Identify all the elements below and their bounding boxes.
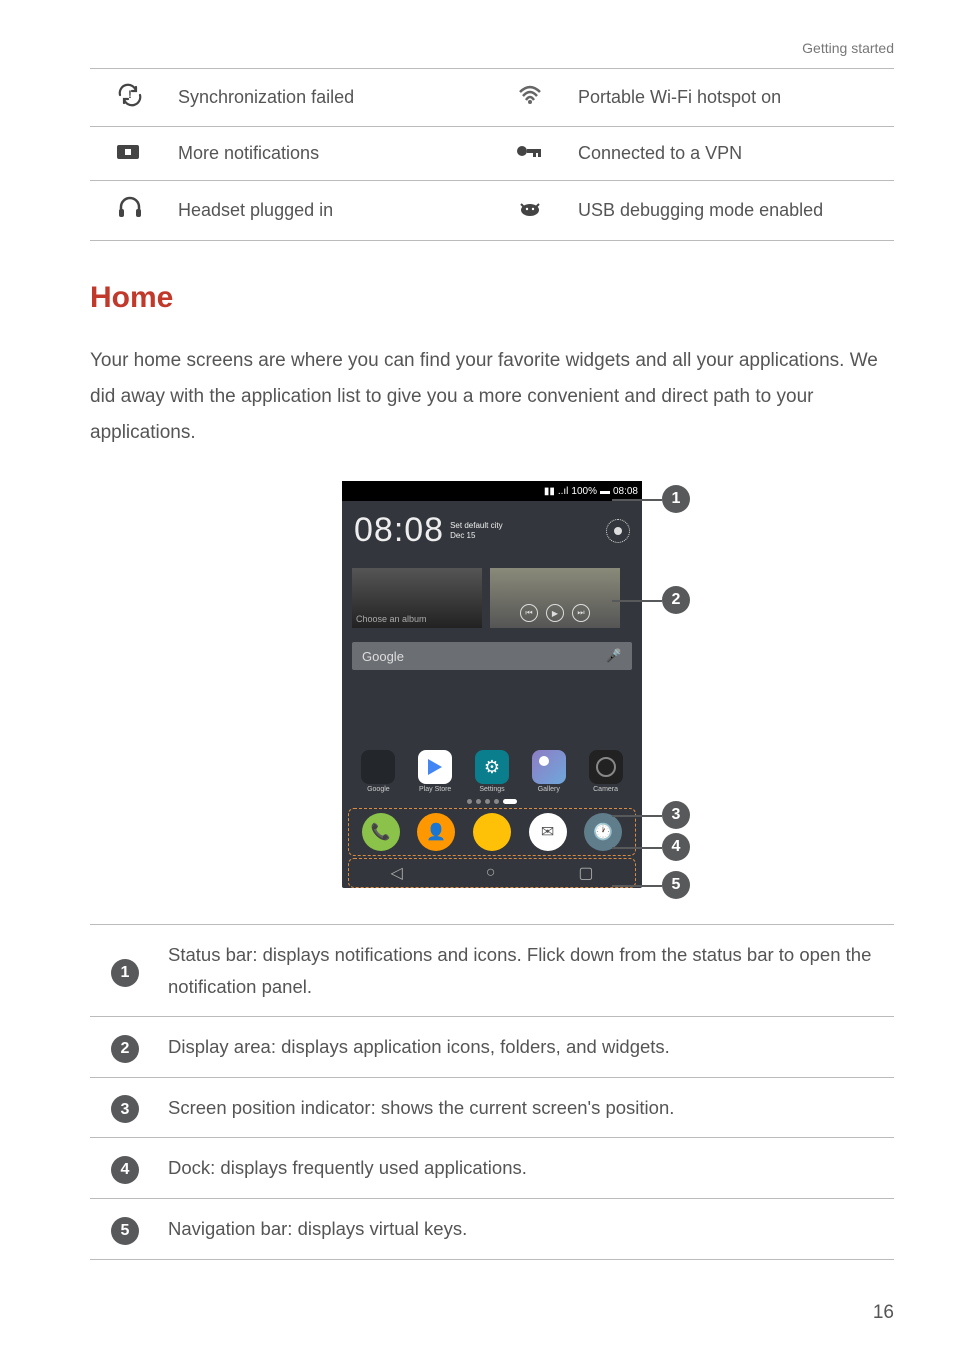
back-icon: ◁ [390, 863, 402, 883]
recent-icon: ▢ [578, 863, 593, 883]
phone-illustration: ▮▮ ..ıl 100% ▬ 08:08 08:08 Set default c… [90, 481, 894, 894]
battery-text: 100% [571, 486, 597, 497]
page-number: 16 [873, 1302, 894, 1324]
svg-text:!: ! [128, 89, 132, 101]
dialer-icon: 📞 [362, 813, 400, 851]
mic-icon: 🎤 [606, 648, 622, 664]
signal-icon: ▮▮ [544, 486, 555, 497]
app-label: Gallery [538, 786, 560, 793]
wifi-hotspot-label: Portable Wi-Fi hotspot on [570, 69, 894, 127]
usb-debug-label: USB debugging mode enabled [570, 181, 894, 241]
clock-icon: 🕐 [584, 813, 622, 851]
status-time: 08:08 [613, 486, 638, 497]
badge-1: 1 [111, 959, 139, 987]
dock: 📞 👤 ✉ 🕐 [348, 808, 636, 856]
home-icon: ○ [486, 864, 496, 882]
more-notifications-label: More notifications [170, 127, 490, 181]
browser-icon [473, 813, 511, 851]
callout-5: 5 [662, 871, 690, 899]
section-title-home: Home [90, 281, 894, 315]
app-row: Google Play Store ⚙ Settings Gallery Came… [342, 746, 642, 795]
desc-5: Navigation bar: displays virtual keys. [160, 1198, 894, 1259]
header-section-label: Getting started [90, 40, 894, 56]
app-label: Google [367, 786, 390, 793]
gallery-icon [532, 750, 566, 784]
callout-2: 2 [662, 586, 690, 614]
clock-time: 08:08 [354, 511, 444, 550]
badge-2: 2 [111, 1035, 139, 1063]
prev-icon: ⏮ [520, 604, 538, 622]
sync-failed-icon: ! [90, 69, 170, 127]
clock-widget: 08:08 Set default city Dec 15 [342, 501, 642, 560]
headset-label: Headset plugged in [170, 181, 490, 241]
phone-status-bar: ▮▮ ..ıl 100% ▬ 08:08 [342, 481, 642, 501]
weather-icon [606, 519, 630, 543]
app-label: Play Store [419, 786, 451, 793]
messaging-icon: ✉ [529, 813, 567, 851]
nav-bar: ◁ ○ ▢ [348, 858, 636, 888]
clock-date: Dec 15 [450, 531, 502, 541]
vpn-label: Connected to a VPN [570, 127, 894, 181]
camera-icon [589, 750, 623, 784]
album-widget: Choose an album [352, 568, 482, 628]
contacts-icon: 👤 [417, 813, 455, 851]
callout-1: 1 [662, 485, 690, 513]
music-widget: ⏮ ▶ ⏭ [490, 568, 620, 628]
play-icon: ▶ [546, 604, 564, 622]
google-folder-icon [361, 750, 395, 784]
desc-1: Status bar: displays notifications and i… [160, 925, 894, 1017]
home-description: Your home screens are where you can find… [90, 343, 894, 451]
app-label: Camera [593, 786, 618, 793]
usb-debug-icon [490, 181, 570, 241]
google-label: Google [362, 649, 404, 664]
desc-4: Dock: displays frequently used applicati… [160, 1138, 894, 1199]
playstore-icon [418, 750, 452, 784]
status-icons-table: ! Synchronization failed Portable Wi-Fi … [90, 68, 894, 241]
more-notifications-icon [90, 127, 170, 181]
vpn-icon [490, 127, 570, 181]
badge-5: 5 [111, 1217, 139, 1245]
headset-icon [90, 181, 170, 241]
callout-descriptions-table: 1 Status bar: displays notifications and … [90, 924, 894, 1259]
badge-3: 3 [111, 1095, 139, 1123]
callout-4: 4 [662, 833, 690, 861]
desc-2: Display area: displays application icons… [160, 1017, 894, 1078]
sync-failed-label: Synchronization failed [170, 69, 490, 127]
clock-city: Set default city [450, 521, 502, 531]
desc-3: Screen position indicator: shows the cur… [160, 1077, 894, 1138]
wifi-hotspot-icon [490, 69, 570, 127]
next-icon: ⏭ [572, 604, 590, 622]
page-indicator [342, 795, 642, 806]
callout-3: 3 [662, 801, 690, 829]
app-label: Settings [479, 786, 504, 793]
google-search-widget: Google 🎤 [352, 642, 632, 670]
badge-4: 4 [111, 1156, 139, 1184]
settings-icon: ⚙ [475, 750, 509, 784]
